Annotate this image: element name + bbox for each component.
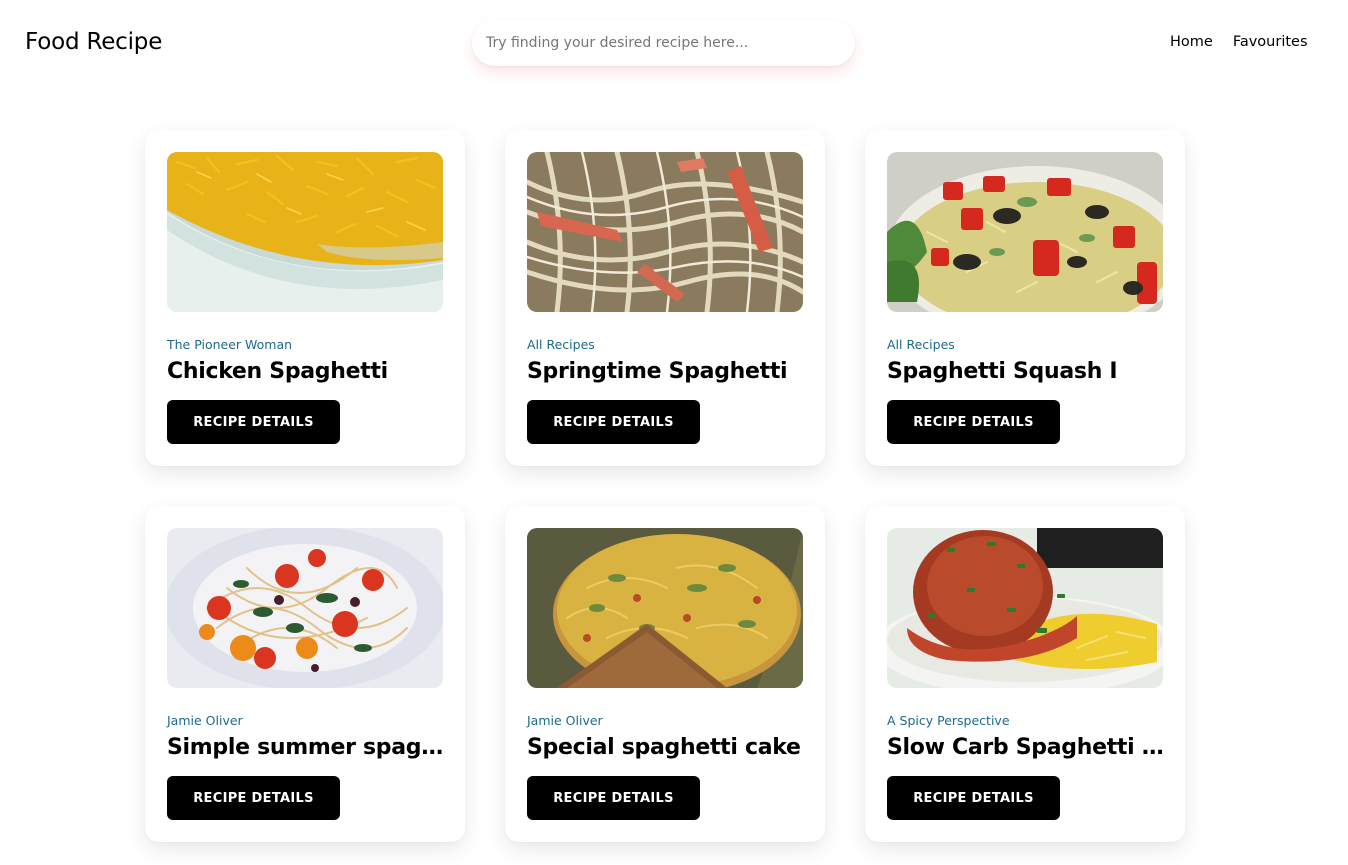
recipe-publisher: Jamie Oliver [167,713,243,728]
recipe-card: A Spicy Perspective Slow Carb Spaghetti … [865,506,1185,842]
recipe-publisher: A Spicy Perspective [887,713,1010,728]
recipe-title: Slow Carb Spaghetti a... [887,735,1169,760]
recipe-details-button[interactable]: RECIPE DETAILS [527,400,700,444]
recipe-card: All Recipes Spaghetti Squash I RECIPE DE… [865,130,1185,466]
spaghetti-cake-image [527,528,803,688]
nav-link-favourites[interactable]: Favourites [1233,34,1308,50]
recipe-details-button[interactable]: RECIPE DETAILS [887,400,1060,444]
recipe-image-slow-carb-spaghetti[interactable] [887,528,1163,688]
chicken-spaghetti-image [167,152,443,312]
recipe-title: Spaghetti Squash I [887,359,1118,384]
spaghetti-squash-image [887,152,1163,312]
recipe-image-chicken-spaghetti[interactable] [167,152,443,312]
recipe-details-button[interactable]: RECIPE DETAILS [527,776,700,820]
slow-carb-spaghetti-image [887,528,1163,688]
recipe-details-button[interactable]: RECIPE DETAILS [167,776,340,820]
springtime-spaghetti-image [527,152,803,312]
brand-title[interactable]: Food Recipe [25,29,162,55]
recipe-card: The Pioneer Woman Chicken Spaghetti RECI… [145,130,465,466]
recipe-card: Jamie Oliver Special spaghetti cake RECI… [505,506,825,842]
search-bar [472,20,855,66]
summer-spaghetti-image [167,528,443,688]
recipe-title: Simple summer spagh... [167,735,449,760]
recipe-title: Special spaghetti cake [527,735,801,760]
recipe-image-springtime-spaghetti[interactable] [527,152,803,312]
recipe-details-button[interactable]: RECIPE DETAILS [167,400,340,444]
recipe-image-spaghetti-cake[interactable] [527,528,803,688]
recipe-card: Jamie Oliver Simple summer spagh... RECI… [145,506,465,842]
recipe-publisher: All Recipes [887,337,955,352]
recipe-details-button[interactable]: RECIPE DETAILS [887,776,1060,820]
navbar: Food Recipe Home Favourites [0,0,1348,86]
search-input[interactable] [472,20,855,66]
recipe-title: Springtime Spaghetti [527,359,788,384]
recipe-publisher: All Recipes [527,337,595,352]
recipe-publisher: The Pioneer Woman [167,337,293,352]
recipe-image-summer-spaghetti[interactable] [167,528,443,688]
recipe-card: All Recipes Springtime Spaghetti RECIPE … [505,130,825,466]
recipe-publisher: Jamie Oliver [527,713,603,728]
recipe-image-spaghetti-squash[interactable] [887,152,1163,312]
nav-link-home[interactable]: Home [1170,34,1213,50]
nav-links: Home Favourites [1170,34,1308,50]
recipe-title: Chicken Spaghetti [167,359,388,384]
